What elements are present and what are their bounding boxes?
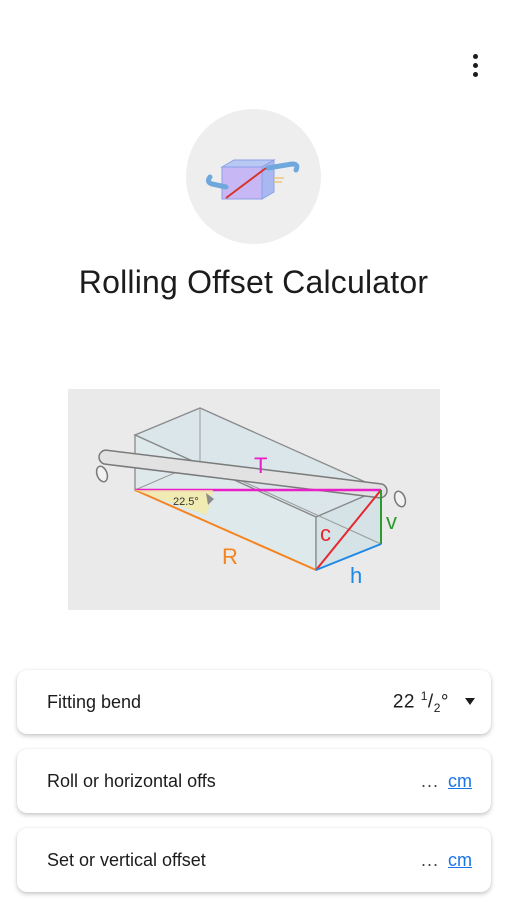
more-options-icon[interactable]: [458, 48, 492, 82]
fitting-bend-label: Fitting bend: [47, 691, 142, 712]
h-label: h: [350, 563, 362, 588]
rolling-offset-diagram: 22.5° T R c v h: [68, 389, 440, 610]
set-unit-link[interactable]: cm: [448, 850, 472, 871]
roll-offset-input[interactable]: ...: [421, 771, 439, 792]
c-label: c: [320, 521, 331, 546]
roll-unit-link[interactable]: cm: [448, 771, 472, 792]
r-label: R: [222, 544, 238, 569]
app-title: Rolling Offset Calculator: [78, 264, 429, 300]
fitting-bend-value: 22 1/2°: [392, 688, 449, 716]
dropdown-arrow-icon[interactable]: [465, 698, 475, 705]
set-offset-field[interactable]: Set or vertical offset ... cm: [17, 828, 491, 892]
roll-offset-label: Roll or horizontal offs: [47, 770, 216, 791]
app-logo: [186, 109, 321, 244]
roll-offset-field[interactable]: Roll or horizontal offs ... cm: [17, 749, 491, 813]
fitting-bend-select[interactable]: Fitting bend 22 1/2°: [17, 670, 491, 734]
angle-label: 22.5°: [173, 496, 199, 508]
rolling-offset-icon: [205, 158, 299, 200]
set-offset-input[interactable]: ...: [421, 850, 439, 871]
t-label: T: [254, 453, 267, 478]
set-offset-label: Set or vertical offset: [47, 849, 206, 870]
v-label: v: [386, 509, 397, 534]
